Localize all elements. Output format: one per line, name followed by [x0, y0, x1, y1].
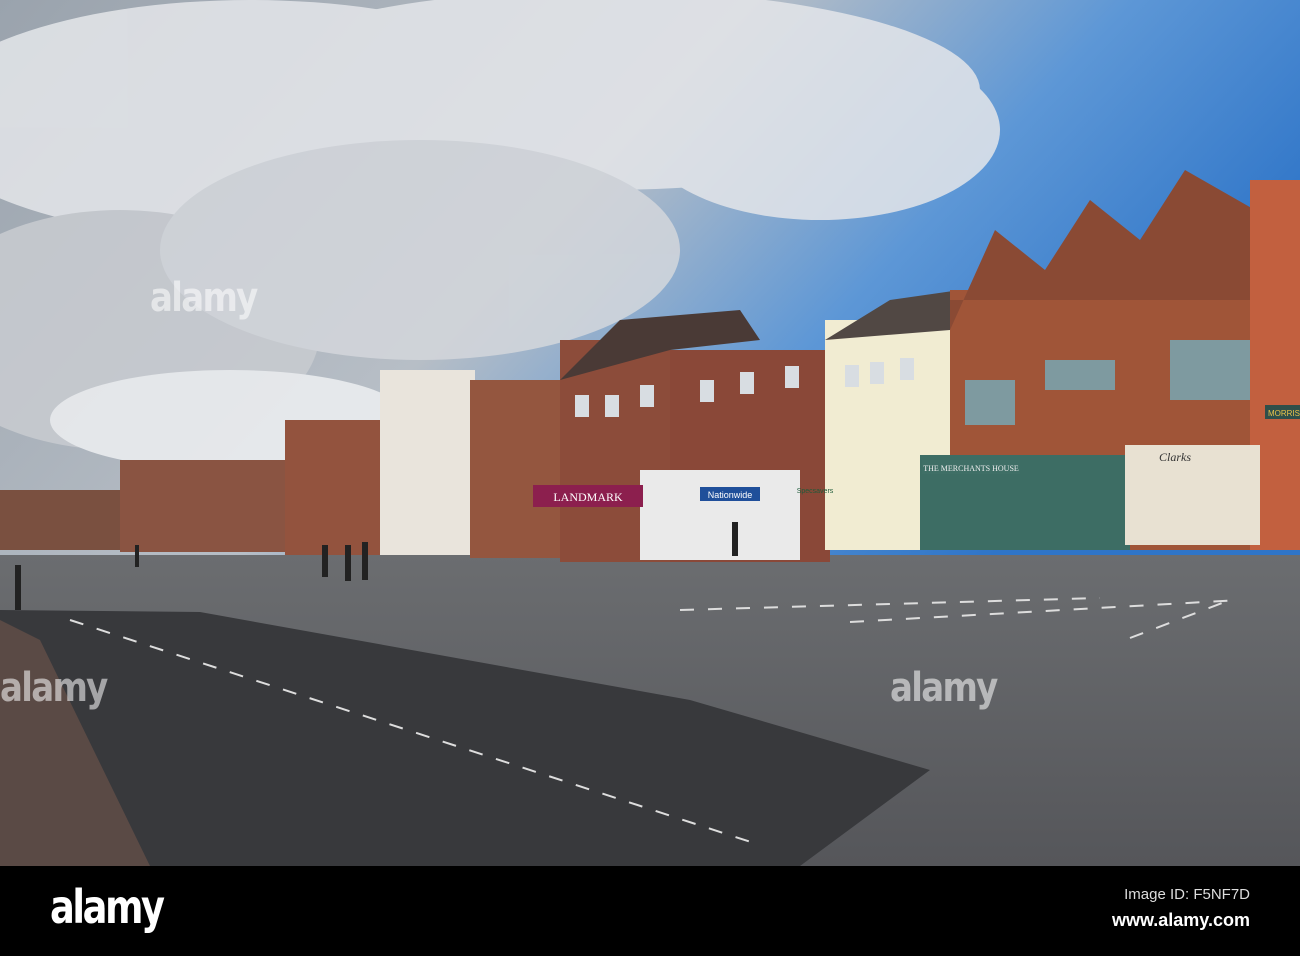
morrisons-sign: MORRISO: [1268, 409, 1300, 418]
stock-photo: LANDMARK Nationwide Specsavers THE MERCH…: [0, 0, 1300, 956]
nationwide-sign: Nationwide: [708, 490, 753, 500]
merchants-house-sign: THE MERCHANTS HOUSE: [923, 464, 1019, 473]
image-id: Image ID: F5NF7D: [1124, 886, 1250, 903]
clarks-sign: Clarks: [1159, 450, 1191, 464]
specsavers-sign: Specsavers: [797, 488, 834, 495]
site-url: www.alamy.com: [1111, 910, 1250, 930]
watermark: alamy: [150, 275, 258, 321]
alamy-logo: alamy: [50, 880, 165, 934]
street-scene: LANDMARK Nationwide Specsavers THE MERCH…: [0, 0, 1300, 866]
watermark: alamy: [0, 665, 108, 711]
landmark-sign-text: LANDMARK: [553, 490, 623, 504]
watermark: alamy: [890, 665, 998, 711]
footer-bar: alamy Image ID: F5NF7D www.alamy.com: [0, 866, 1300, 956]
